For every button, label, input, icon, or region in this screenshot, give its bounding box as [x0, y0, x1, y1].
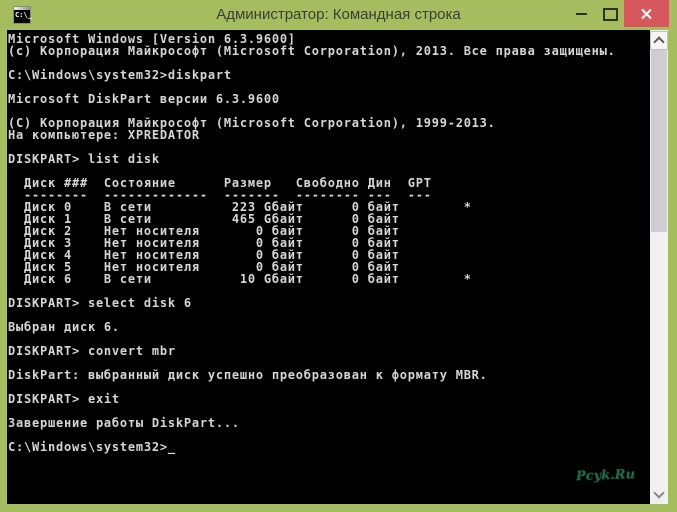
scroll-up-button[interactable] [650, 31, 668, 50]
chevron-down-icon [653, 487, 665, 499]
minimize-icon [576, 13, 587, 15]
minimize-button[interactable] [566, 0, 596, 27]
close-x-icon [640, 7, 653, 20]
maximize-button[interactable] [596, 0, 624, 27]
close-button[interactable] [624, 0, 669, 27]
watermark: Pcyk.Ru [575, 467, 636, 485]
chevron-up-icon [653, 36, 665, 48]
title-bar[interactable]: C:\_ Администратор: Командная строка [0, 0, 677, 30]
window: C:\_ Администратор: Командная строка Mic… [0, 0, 677, 512]
console-output[interactable]: Microsoft Windows [Version 6.3.9600] (c)… [7, 30, 650, 504]
scrollbar-thumb[interactable] [651, 50, 667, 232]
maximize-icon [603, 8, 618, 21]
scroll-down-button[interactable] [651, 486, 667, 502]
scrollbar-track[interactable] [650, 30, 668, 504]
